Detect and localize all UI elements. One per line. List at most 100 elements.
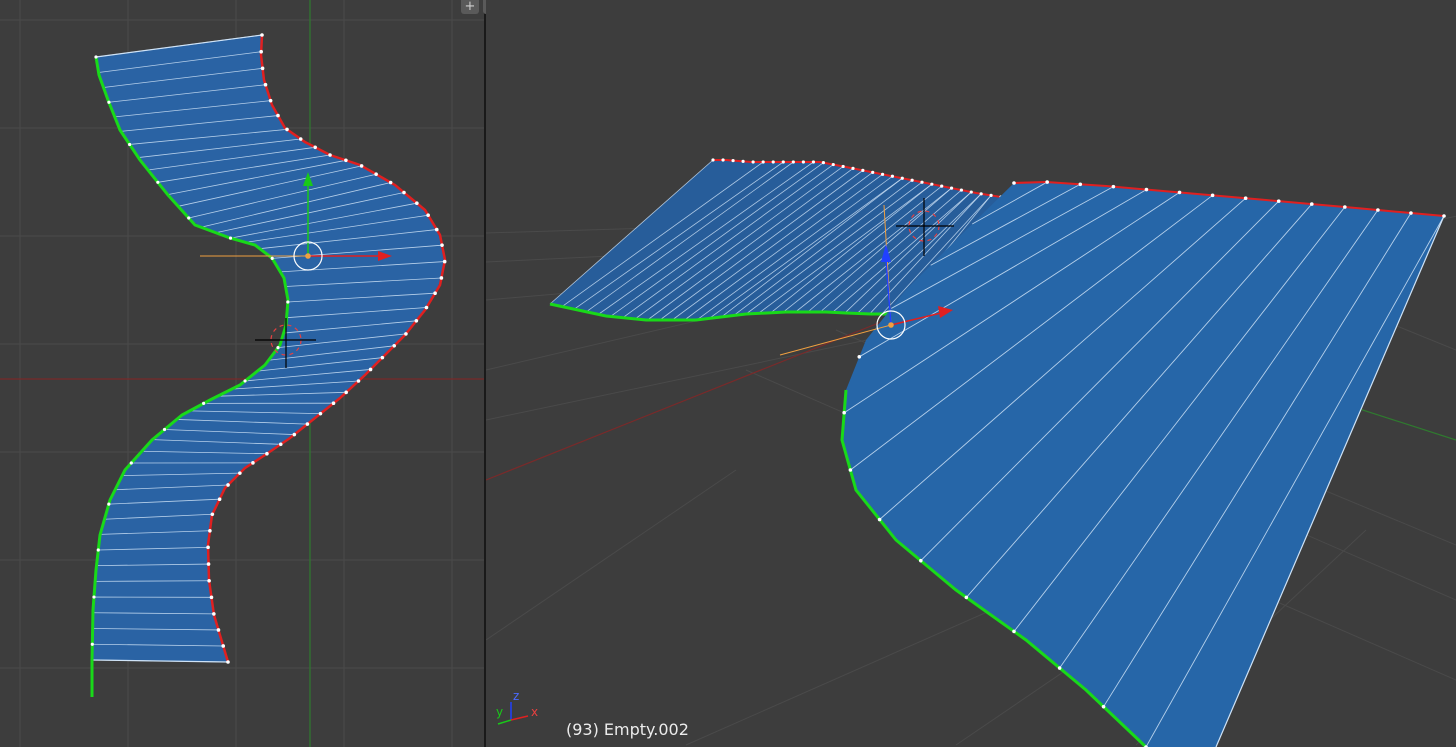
vertex-dot — [292, 432, 297, 437]
vertex-dot — [721, 158, 725, 162]
vertex-dot — [831, 162, 835, 167]
vertex-dot — [969, 190, 973, 194]
vertex-dot — [251, 461, 255, 465]
vertex-dot — [1057, 666, 1062, 670]
vertex-dot — [1177, 190, 1182, 195]
orientation-y-label: y — [496, 705, 503, 719]
vertex-dot — [979, 192, 983, 196]
vertex-dot — [263, 82, 268, 87]
vertex-dot — [216, 628, 221, 632]
vertex-dot — [388, 180, 393, 185]
vertex-dot — [94, 55, 98, 59]
vertex-dot — [1276, 199, 1281, 203]
orientation-x-line — [510, 715, 529, 721]
mesh-edge — [95, 580, 210, 582]
vertex-dot — [206, 562, 211, 566]
vertex-dot — [1409, 211, 1413, 215]
vertex-dot — [751, 160, 755, 164]
vertex-dot — [880, 172, 885, 176]
vertex-dot — [187, 216, 191, 220]
vertex-dot — [964, 595, 969, 600]
vertex-dot — [890, 174, 895, 178]
vertex-dot — [402, 190, 406, 195]
vertex-dot — [821, 161, 826, 165]
vertex-dot — [424, 305, 429, 310]
vertex-dot — [920, 180, 924, 184]
vertex-dot — [162, 427, 167, 432]
vertex-dot — [761, 160, 765, 164]
vertex-dot — [206, 545, 210, 550]
vertex-dot — [900, 176, 904, 180]
vertex-dot — [268, 98, 273, 103]
mesh-surface-front — [842, 182, 1444, 747]
vertex-dot — [226, 483, 230, 487]
vertex-dot — [228, 236, 233, 240]
vertex-dot — [207, 578, 211, 583]
vertex-dot — [440, 243, 444, 247]
vertex-dot — [1210, 193, 1215, 198]
orientation-y-line — [497, 719, 512, 725]
vertex-dot — [949, 186, 954, 190]
vertex-dot — [328, 153, 332, 157]
active-object-info: (93) Empty.002 — [566, 720, 689, 739]
vertex-dot — [1012, 629, 1016, 634]
right-3d-viewport[interactable]: zx y (93) Empty.002 — [486, 0, 1456, 747]
vertex-dot — [318, 411, 323, 416]
left-viewport-canvas[interactable] — [0, 0, 484, 747]
vertex-dot — [380, 355, 385, 360]
vertex-dot — [270, 256, 274, 260]
vertex-dot — [791, 160, 795, 164]
vertex-dot — [442, 259, 447, 264]
vertex-dot — [801, 160, 805, 164]
vertex-dot — [96, 548, 100, 552]
vertex-dot — [1012, 181, 1016, 185]
vertex-dot — [128, 142, 132, 147]
vertex-dot — [426, 213, 430, 218]
vertex-dot — [1376, 208, 1380, 212]
vertex-dot — [286, 300, 290, 304]
vertex-dot — [259, 49, 263, 54]
vertex-dot — [877, 517, 882, 522]
vertex-dot — [871, 170, 875, 174]
vertex-dot — [298, 137, 303, 141]
vertex-dot — [919, 558, 923, 563]
vertex-dot — [226, 660, 230, 664]
vertex-dot — [260, 66, 265, 71]
vertex-dot — [930, 182, 934, 186]
vertex-dot — [1045, 180, 1049, 184]
vertex-dot — [841, 164, 845, 169]
vertex-dot — [731, 158, 735, 163]
vertex-dot — [238, 471, 242, 475]
vertex-dot — [392, 343, 397, 348]
vertex-dot — [989, 193, 993, 198]
vertex-dot — [711, 158, 715, 162]
vertex-dot — [1243, 196, 1248, 201]
vertex-dot — [404, 332, 408, 336]
vertex-dot — [208, 528, 212, 533]
axis-orientation-widget: zx y — [496, 689, 538, 725]
vertex-dot — [331, 401, 336, 406]
vertex-dot — [107, 502, 111, 506]
vertex-dot — [433, 291, 437, 295]
vertex-dot — [781, 160, 785, 164]
vertex-dot — [848, 468, 853, 472]
left-3d-viewport[interactable] — [0, 0, 484, 747]
vertex-dot — [107, 100, 111, 104]
x-axis-line — [486, 319, 887, 481]
vertex-dot — [861, 168, 865, 172]
blender-editor-window: + + zxy (93) Empty.002 — [0, 0, 1456, 747]
vertex-dot — [313, 145, 317, 150]
vertex-dot — [434, 227, 439, 232]
vertex-dot — [857, 355, 862, 359]
vertex-dot — [305, 422, 310, 426]
orientation-x-label: x — [531, 705, 538, 719]
vertex-dot — [217, 497, 222, 501]
object-origin-dot — [305, 253, 311, 259]
vertex-dot — [92, 595, 96, 599]
right-viewport-canvas[interactable]: zx y — [486, 0, 1456, 747]
vertex-dot — [344, 390, 348, 395]
vertex-dot — [285, 127, 289, 132]
split-area-button-left[interactable]: + — [461, 0, 479, 14]
vertex-dot — [1343, 205, 1347, 209]
vertex-dot — [959, 188, 964, 192]
